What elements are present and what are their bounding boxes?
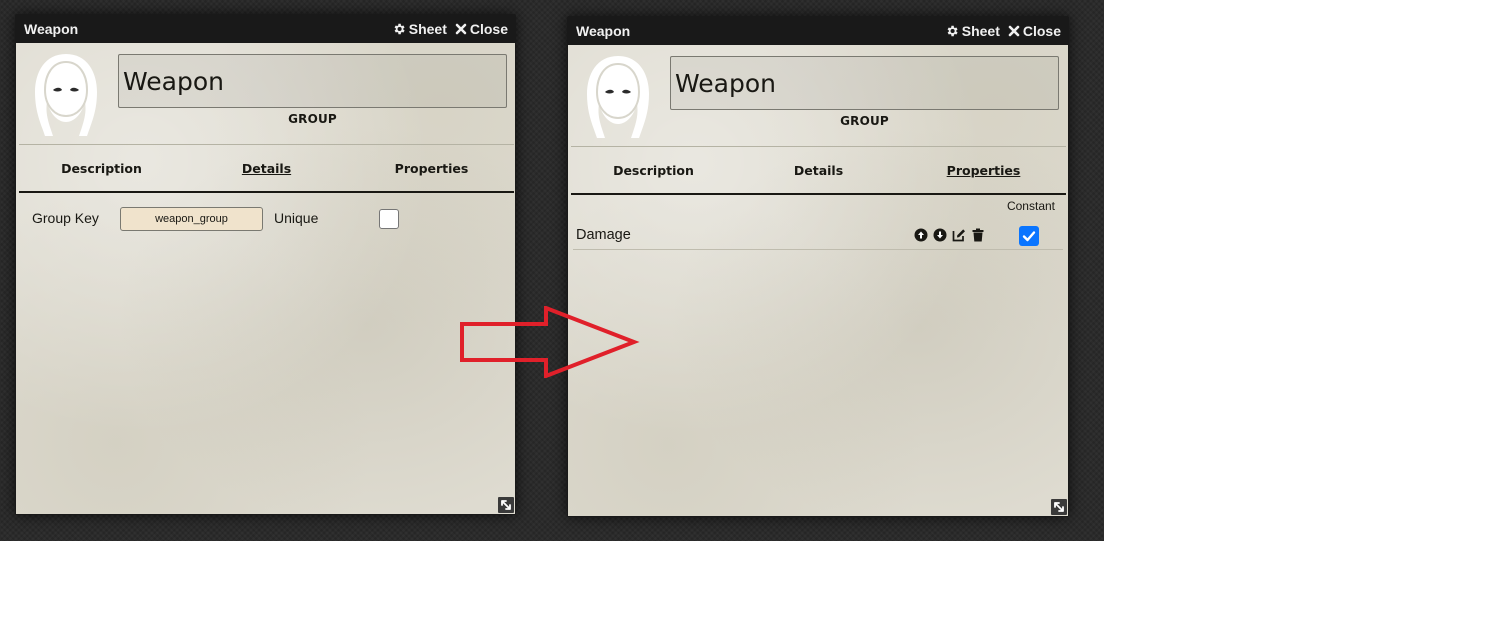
item-sheet-window-details: Weapon Sheet Close GROUP Description Det… bbox=[15, 14, 516, 515]
group-key-input[interactable] bbox=[120, 207, 263, 231]
window-resize-handle[interactable] bbox=[498, 497, 514, 513]
window-title: Weapon bbox=[576, 22, 631, 39]
sheet-label: Sheet bbox=[961, 22, 1000, 39]
annotation-arrow-icon bbox=[460, 306, 640, 378]
constant-column-header: Constant bbox=[1006, 199, 1055, 213]
hooded-figure-icon[interactable] bbox=[31, 52, 101, 138]
gear-icon bbox=[394, 23, 405, 34]
tab-description[interactable]: Description bbox=[19, 161, 184, 176]
property-name: Damage bbox=[576, 227, 631, 243]
tab-properties[interactable]: Properties bbox=[349, 161, 514, 176]
foundry-desktop: Weapon Sheet Close GROUP Description Det… bbox=[0, 0, 1104, 541]
group-key-label: Group Key bbox=[32, 210, 99, 226]
gear-icon bbox=[947, 25, 958, 36]
expand-icon bbox=[501, 500, 511, 510]
window-header[interactable]: Weapon Sheet Close bbox=[15, 14, 516, 43]
property-row: Damage bbox=[573, 221, 1063, 250]
item-type-label: GROUP bbox=[840, 114, 889, 128]
sheet-tabs: Description Details Properties bbox=[19, 144, 514, 193]
window-resize-handle[interactable] bbox=[1051, 499, 1067, 515]
hooded-figure-icon[interactable] bbox=[583, 54, 653, 140]
close-icon bbox=[455, 23, 467, 34]
close-label: Close bbox=[469, 20, 508, 37]
arrow-circle-up-icon[interactable] bbox=[914, 228, 928, 242]
tab-details[interactable]: Details bbox=[736, 163, 901, 178]
sheet-tabs: Description Details Properties bbox=[571, 146, 1066, 195]
item-type-label: GROUP bbox=[288, 112, 337, 126]
expand-icon bbox=[1054, 502, 1064, 512]
tab-details[interactable]: Details bbox=[184, 161, 349, 176]
close-button[interactable]: Close bbox=[1008, 23, 1061, 39]
item-name-input[interactable] bbox=[118, 54, 507, 108]
sheet-button[interactable]: Sheet bbox=[392, 21, 447, 37]
item-name-input[interactable] bbox=[670, 56, 1059, 110]
sheet-body: GROUP Description Details Properties Con… bbox=[568, 45, 1068, 516]
window-header[interactable]: Weapon Sheet Close bbox=[567, 16, 1069, 45]
trash-icon[interactable] bbox=[971, 228, 985, 242]
window-title: Weapon bbox=[24, 20, 79, 37]
sheet-label: Sheet bbox=[408, 20, 447, 37]
tab-properties[interactable]: Properties bbox=[901, 163, 1066, 178]
edit-icon[interactable] bbox=[952, 228, 966, 242]
close-button[interactable]: Close bbox=[455, 21, 508, 37]
checkmark-icon bbox=[1022, 231, 1036, 242]
tab-description[interactable]: Description bbox=[571, 163, 736, 178]
close-icon bbox=[1008, 25, 1020, 36]
item-sheet-window-properties: Weapon Sheet Close GROUP Description Det… bbox=[567, 16, 1069, 517]
close-label: Close bbox=[1022, 22, 1061, 39]
unique-checkbox[interactable] bbox=[379, 209, 399, 229]
sheet-button[interactable]: Sheet bbox=[945, 23, 1000, 39]
arrow-circle-down-icon[interactable] bbox=[933, 228, 947, 242]
constant-checkbox[interactable] bbox=[1019, 226, 1039, 246]
details-group-key-row: Group Key Unique bbox=[16, 205, 515, 233]
sheet-body: GROUP Description Details Properties Gro… bbox=[16, 43, 515, 514]
unique-label: Unique bbox=[274, 210, 319, 226]
